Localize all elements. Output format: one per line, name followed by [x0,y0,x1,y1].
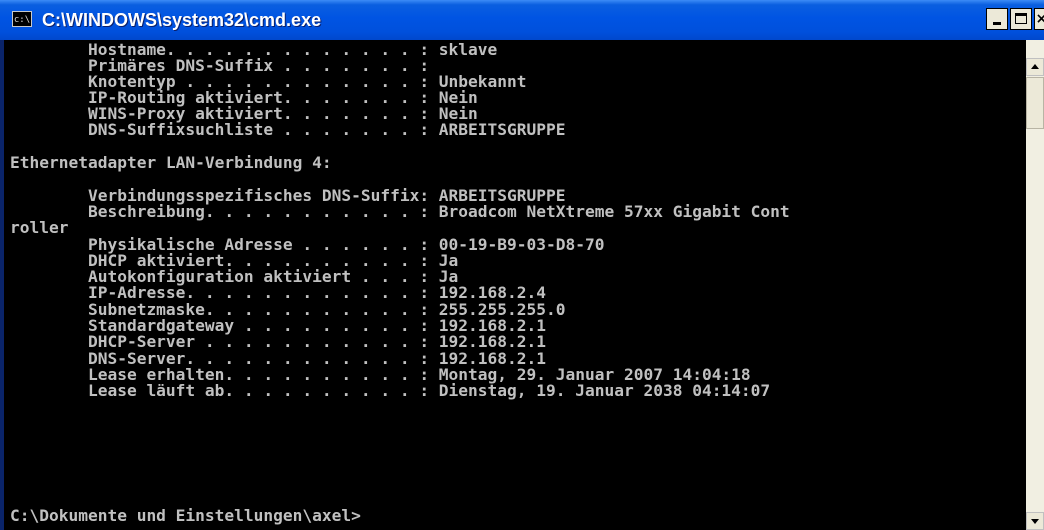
minimize-icon [993,22,1001,25]
arrow-up-icon [1031,64,1039,69]
console-line: Ethernetadapter LAN-Verbindung 4: [10,153,332,172]
arrow-down-icon [1031,519,1039,524]
console-line: roller [10,218,69,237]
cmd-icon[interactable]: c:\ [12,11,32,27]
scroll-down-button[interactable] [1026,512,1044,530]
maximize-button[interactable] [1010,8,1032,30]
command-prompt[interactable]: C:\Dokumente und Einstellungen\axel> [10,507,361,524]
close-button[interactable]: × [1034,8,1044,30]
cmd-window: c:\ C:\WINDOWS\system32\cmd.exe × Hostna… [0,0,1044,530]
window-title: C:\WINDOWS\system32\cmd.exe [42,10,322,30]
console-line: DHCP-Server . . . . . . . . . . . : 192.… [10,332,547,351]
maximize-icon [1015,13,1027,24]
console-line: Lease läuft ab. . . . . . . . . . : Dien… [10,381,771,400]
title-bar[interactable]: c:\ C:\WINDOWS\system32\cmd.exe × [0,0,1044,40]
vertical-scrollbar[interactable] [1026,40,1044,530]
console-output[interactable]: Hostname. . . . . . . . . . . . . : skla… [4,40,1026,530]
minimize-button[interactable] [986,8,1008,30]
scrollbar-thumb[interactable] [1026,77,1044,129]
scroll-up-button[interactable] [1026,58,1044,76]
console-line: IP-Adresse. . . . . . . . . . . . : 192.… [10,283,547,302]
console-line: Beschreibung. . . . . . . . . . . : Broa… [10,202,790,221]
close-icon: × [1035,11,1044,27]
console-line: DNS-Suffixsuchliste . . . . . . . : ARBE… [10,120,566,139]
